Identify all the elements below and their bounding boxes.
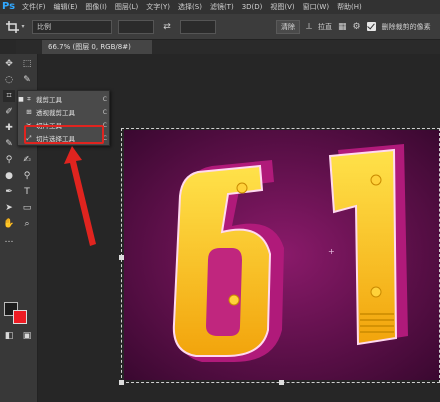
crop-handle-bottom-left[interactable]: [119, 380, 124, 385]
annotation-arrow-icon: [64, 146, 96, 246]
flyout-item-shortcut: C: [102, 95, 107, 103]
move-tool-icon[interactable]: ✥: [3, 58, 15, 70]
magic-wand-tool-icon[interactable]: ✎: [21, 74, 33, 86]
brush-tool-icon[interactable]: ✎: [3, 138, 15, 150]
eyedropper-tool-icon[interactable]: ✐: [3, 106, 15, 118]
photoshop-logo: Ps: [2, 1, 16, 12]
menu-bar: Ps 文件(F) 编辑(E) 图像(I) 图层(L) 文字(Y) 选择(S) 滤…: [0, 0, 440, 14]
swap-icon[interactable]: ⇄: [160, 22, 174, 32]
delete-cropped-checkbox[interactable]: [366, 22, 376, 31]
flyout-item-label: 裁剪工具: [36, 96, 62, 104]
menu-filter[interactable]: 滤镜(T): [206, 2, 238, 12]
document-tab-bar: 66.7% (图层 0, RGB/8#): [16, 40, 440, 54]
menu-edit[interactable]: 编辑(E): [50, 2, 82, 12]
canvas[interactable]: +: [124, 130, 440, 380]
svg-text:+: +: [328, 247, 335, 256]
hand-tool-icon[interactable]: ✋: [3, 218, 15, 230]
path-selection-tool-icon[interactable]: ➤: [3, 202, 15, 214]
menu-window[interactable]: 窗口(W): [299, 2, 333, 12]
crop-handle-bottom[interactable]: [279, 380, 284, 385]
menu-select[interactable]: 选择(S): [174, 2, 206, 12]
screen-mode-icon[interactable]: ▣: [21, 330, 33, 342]
zoom-tool-icon[interactable]: ⌕: [21, 218, 33, 230]
flyout-item-shortcut: C: [102, 108, 107, 116]
straighten-label[interactable]: 拉直: [318, 22, 332, 32]
crop-icon: ⌗: [27, 94, 31, 103]
delete-cropped-label: 删除裁剪的像素: [381, 22, 431, 31]
menu-type[interactable]: 文字(Y): [142, 2, 174, 12]
quick-mask-icon[interactable]: ◧: [3, 330, 15, 342]
crop-handle-left[interactable]: [119, 255, 124, 260]
grid-overlay-icon[interactable]: ▦: [338, 22, 347, 32]
clear-button[interactable]: 清除: [276, 19, 300, 34]
options-bar: ▾ 比例 ⇄ 清除 ⟂ 拉直 ▦ ⚙ 删除裁剪的像素: [0, 14, 440, 40]
crop-tool-icon[interactable]: ⌗: [3, 90, 15, 102]
type-tool-icon[interactable]: T: [21, 186, 33, 198]
dodge-tool-icon[interactable]: ⚲: [21, 170, 33, 182]
menu-3d[interactable]: 3D(D): [238, 3, 267, 11]
healing-brush-tool-icon[interactable]: ✚: [3, 122, 15, 134]
menu-image[interactable]: 图像(I): [81, 2, 111, 12]
flyout-item-label: 透视裁剪工具: [36, 109, 75, 117]
height-field[interactable]: [180, 19, 216, 34]
menu-help[interactable]: 帮助(H): [333, 2, 366, 12]
artwork-61: +: [124, 130, 440, 380]
menu-layer[interactable]: 图层(L): [111, 2, 142, 12]
rectangle-tool-icon[interactable]: ▭: [21, 202, 33, 214]
flyout-item-perspective-crop[interactable]: ⊞ 透视裁剪工具 C: [18, 106, 111, 118]
width-field[interactable]: [118, 19, 154, 34]
clone-stamp-tool-icon[interactable]: ⚲: [3, 154, 15, 166]
lasso-tool-icon[interactable]: ◌: [3, 74, 15, 86]
pen-tool-icon[interactable]: ✒: [3, 186, 15, 198]
history-brush-tool-icon[interactable]: ✍: [21, 154, 33, 166]
menu-view[interactable]: 视图(V): [266, 2, 298, 12]
document-tab[interactable]: 66.7% (图层 0, RGB/8#): [42, 40, 152, 54]
menu-file[interactable]: 文件(F): [18, 2, 50, 12]
more-tools-icon[interactable]: …: [3, 234, 15, 246]
ratio-select[interactable]: 比例: [32, 19, 112, 34]
marquee-tool-icon[interactable]: ⬚: [21, 58, 33, 70]
crop-icon: [6, 20, 20, 33]
perspective-crop-icon: ⊞: [26, 108, 32, 116]
crop-tool-preset-picker[interactable]: ▾: [4, 18, 26, 36]
straighten-icon[interactable]: ⟂: [306, 22, 312, 32]
flyout-item-crop[interactable]: ■ ⌗ 裁剪工具 C: [18, 93, 111, 105]
background-color-swatch[interactable]: [13, 310, 27, 324]
gear-icon[interactable]: ⚙: [353, 22, 361, 32]
blur-tool-icon[interactable]: ●: [3, 170, 15, 182]
